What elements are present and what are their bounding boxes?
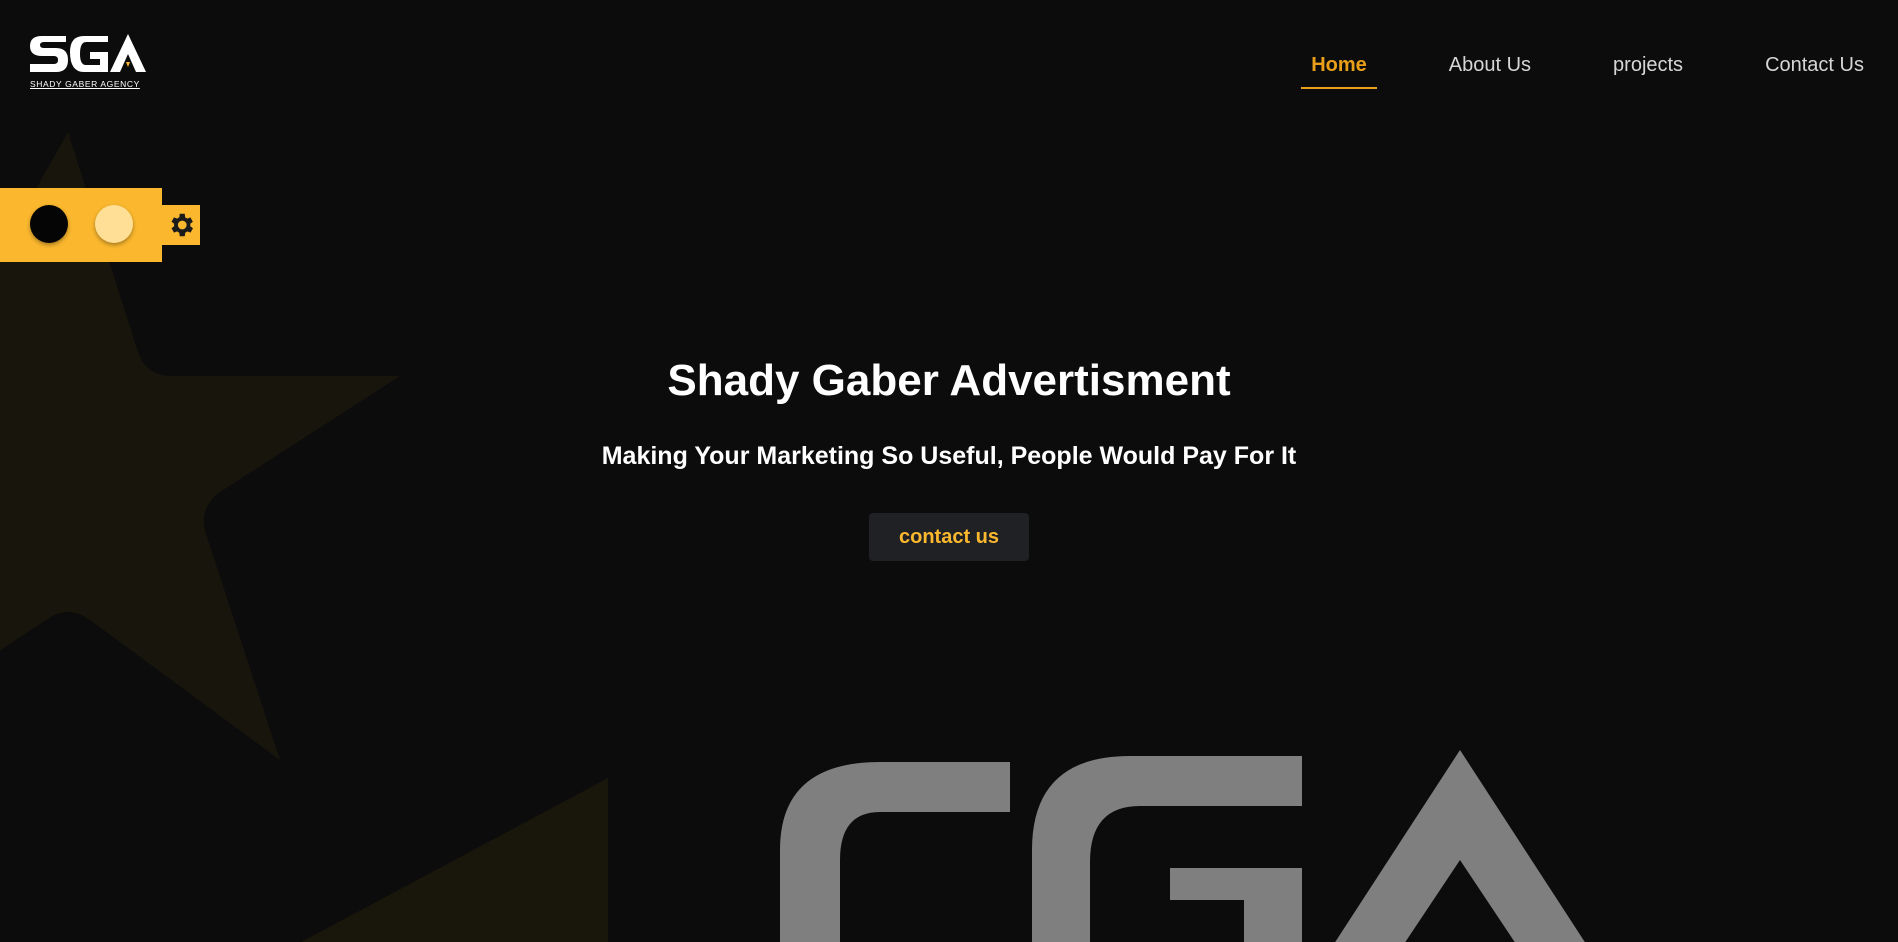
background-triangle-shape (301, 778, 608, 942)
nav-home[interactable]: Home (1301, 50, 1377, 89)
main-nav: Home About Us projects Contact Us (1239, 50, 1874, 89)
page: SHADY GABER AGENCY Home About Us project… (0, 0, 1898, 942)
light-theme-option[interactable] (95, 205, 133, 243)
hero-subtitle: Making Your Marketing So Useful, People … (601, 441, 1297, 470)
nav-contact-us[interactable]: Contact Us (1755, 50, 1874, 89)
background-logo-graphic (780, 750, 1585, 942)
nav-projects[interactable]: projects (1603, 50, 1693, 89)
gear-icon (171, 213, 193, 237)
settings-toggle-button[interactable] (162, 205, 200, 245)
contact-us-button[interactable]: contact us (869, 512, 1029, 561)
dark-theme-option[interactable] (30, 205, 68, 243)
logo-caption: SHADY GABER AGENCY (30, 79, 140, 89)
hero-title: Shady Gaber Advertisment (667, 356, 1231, 405)
nav-about-us[interactable]: About Us (1439, 50, 1541, 89)
theme-switcher-panel (0, 188, 162, 262)
site-header: SHADY GABER AGENCY Home About Us project… (0, 0, 1898, 130)
hero-section: Shady Gaber Advertisment Making Your Mar… (0, 355, 1898, 561)
sga-logo-mark (30, 34, 146, 72)
